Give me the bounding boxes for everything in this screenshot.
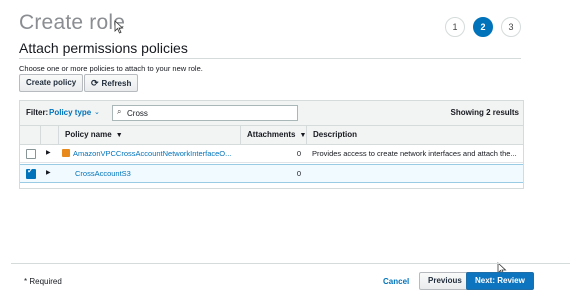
mouse-cursor-icon bbox=[114, 20, 124, 34]
aws-managed-policy-icon bbox=[62, 149, 70, 157]
search-icon: ⌕ bbox=[117, 107, 122, 116]
next-review-button[interactable]: Next: Review bbox=[466, 272, 534, 290]
filter-label: Filter: bbox=[26, 108, 49, 117]
refresh-button[interactable]: ⟳ Refresh bbox=[84, 74, 139, 92]
column-attachments[interactable]: Attachments ▼ bbox=[240, 126, 306, 144]
description-cell: Provides access to create network interf… bbox=[312, 149, 517, 158]
policy-name-link[interactable]: AmazonVPCCrossAccountNetworkInterfaceO..… bbox=[73, 149, 231, 158]
attachments-cell: 0 bbox=[296, 169, 301, 178]
step-3[interactable]: 3 bbox=[501, 17, 521, 37]
column-description-label: Description bbox=[313, 130, 358, 139]
policy-name-cell[interactable]: AmazonVPCCrossAccountNetworkInterfaceO..… bbox=[62, 145, 240, 162]
filter-type-dropdown[interactable]: Policy type bbox=[49, 108, 91, 117]
create-policy-button[interactable]: Create policy bbox=[19, 74, 84, 92]
column-attachments-label: Attachments bbox=[247, 130, 296, 139]
refresh-icon: ⟳ bbox=[91, 78, 99, 88]
required-note: * Required bbox=[24, 277, 62, 286]
expand-row-icon[interactable]: ▶ bbox=[46, 165, 51, 182]
cancel-link[interactable]: Cancel bbox=[383, 277, 409, 286]
policies-table: Filter: Policy type ⌄ ⌕ Showing 2 result… bbox=[19, 100, 524, 189]
section-title: Attach permissions policies bbox=[19, 40, 188, 56]
previous-button[interactable]: Previous bbox=[419, 272, 471, 290]
table-header: Policy name ▼ Attachments ▼ Description bbox=[20, 126, 523, 145]
sort-desc-icon[interactable]: ▼ bbox=[116, 132, 123, 139]
table-row[interactable]: ▶ CrossAccountS3 0 bbox=[20, 164, 523, 183]
attachments-cell: 0 bbox=[296, 149, 301, 158]
row-checkbox[interactable] bbox=[26, 166, 36, 179]
header-expand-column bbox=[40, 126, 58, 144]
header-select-column bbox=[20, 126, 40, 144]
chevron-down-icon[interactable]: ⌄ bbox=[94, 108, 100, 116]
footer-divider bbox=[11, 263, 570, 264]
column-description[interactable]: Description bbox=[306, 126, 523, 144]
wizard-steps: 1 2 3 bbox=[445, 17, 521, 37]
description-cell bbox=[312, 165, 520, 182]
policy-name-link[interactable]: CrossAccountS3 bbox=[75, 165, 240, 182]
column-policy-name-label: Policy name bbox=[65, 130, 112, 139]
table-row[interactable]: ▶ AmazonVPCCrossAccountNetworkInterfaceO… bbox=[20, 145, 523, 163]
step-1[interactable]: 1 bbox=[445, 17, 465, 37]
step-2[interactable]: 2 bbox=[473, 17, 493, 37]
row-checkbox[interactable] bbox=[26, 149, 36, 159]
refresh-button-label: Refresh bbox=[101, 79, 132, 88]
filter-bar: Filter: Policy type ⌄ ⌕ Showing 2 result… bbox=[20, 101, 523, 126]
column-policy-name[interactable]: Policy name ▼ bbox=[58, 126, 240, 144]
search-box[interactable]: ⌕ bbox=[112, 105, 298, 121]
section-divider bbox=[19, 58, 521, 59]
expand-row-icon[interactable]: ▶ bbox=[46, 145, 51, 162]
search-input[interactable] bbox=[127, 106, 292, 120]
results-count: Showing 2 results bbox=[450, 108, 519, 117]
page-title: Create role bbox=[19, 11, 126, 34]
section-hint: Choose one or more policies to attach to… bbox=[19, 64, 203, 73]
